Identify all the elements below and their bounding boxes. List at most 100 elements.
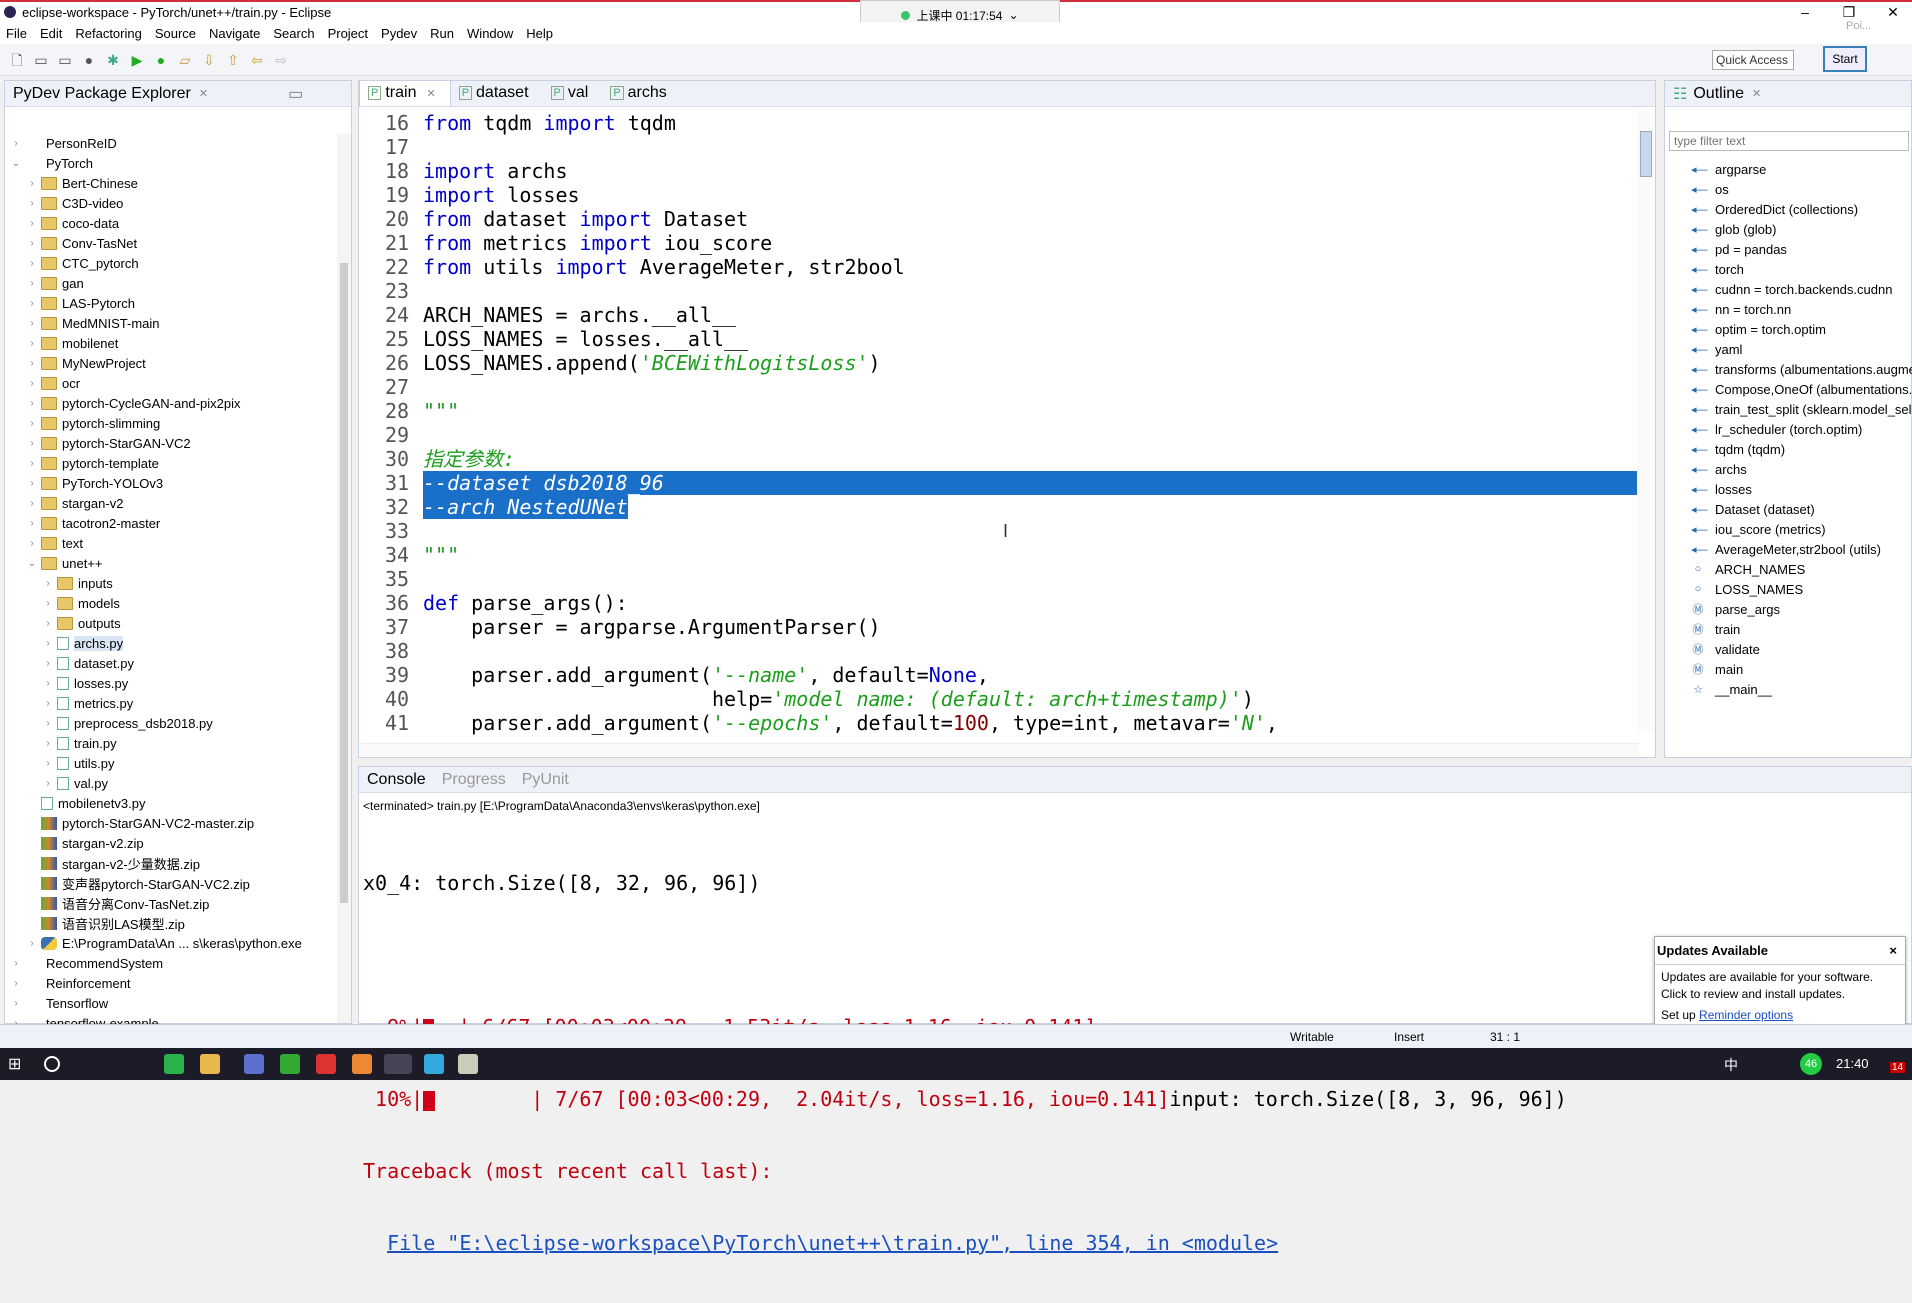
- eclipse-taskbar-icon[interactable]: [384, 1054, 412, 1074]
- new-icon[interactable]: 🗋: [8, 51, 26, 69]
- run-icon[interactable]: ▶: [128, 51, 146, 69]
- tree-item[interactable]: › metrics.py: [5, 693, 335, 713]
- tree-item[interactable]: › gan: [5, 273, 335, 293]
- tree-item[interactable]: › models: [5, 593, 335, 613]
- save-icon[interactable]: ▭: [32, 51, 50, 69]
- code-line[interactable]: 37 parser = argparse.ArgumentParser(): [359, 615, 1639, 639]
- chevron-right-icon[interactable]: ›: [25, 418, 39, 429]
- tree-item[interactable]: › MyNewProject: [5, 353, 335, 373]
- traceback-file-link[interactable]: File "E:\eclipse-workspace\PyTorch\unet+…: [387, 1231, 1278, 1255]
- app-icon[interactable]: [424, 1054, 444, 1074]
- chevron-right-icon[interactable]: ›: [9, 958, 23, 969]
- code-line[interactable]: 35: [359, 567, 1639, 591]
- tree-item[interactable]: 变声器pytorch-StarGAN-VC2.zip: [5, 873, 335, 893]
- outline-item[interactable]: ◂— nn = torch.nn: [1665, 299, 1912, 319]
- menu-window[interactable]: Window: [467, 26, 513, 41]
- chevron-right-icon[interactable]: ›: [25, 218, 39, 229]
- tree-item[interactable]: stargan-v2-少量数据.zip: [5, 853, 335, 873]
- menu-pydev[interactable]: Pydev: [381, 26, 417, 41]
- wechat-icon[interactable]: [164, 1054, 184, 1074]
- code-line[interactable]: 39 parser.add_argument('--name', default…: [359, 663, 1639, 687]
- reminder-options-link[interactable]: Reminder options: [1699, 1008, 1793, 1022]
- outline-item[interactable]: ◂— pd = pandas: [1665, 239, 1912, 259]
- clock[interactable]: 21:40: [1836, 1056, 1869, 1071]
- menu-refactoring[interactable]: Refactoring: [75, 26, 141, 41]
- outline-item[interactable]: Ⓜparse_args: [1665, 599, 1912, 619]
- code-line[interactable]: 31 --dataset dsb2018_96: [385, 471, 1639, 495]
- outline-item[interactable]: ◂— argparse: [1665, 159, 1912, 179]
- outline-item[interactable]: ◂— yaml: [1665, 339, 1912, 359]
- chevron-right-icon[interactable]: ›: [41, 618, 55, 629]
- tab-val[interactable]: Pval: [543, 84, 603, 106]
- code-line[interactable]: 21 from metrics import iou_score: [359, 231, 1639, 255]
- tree-item[interactable]: › Bert-Chinese: [5, 173, 335, 193]
- chevron-right-icon[interactable]: ›: [25, 478, 39, 489]
- outline-item[interactable]: ◂— OrderedDict (collections): [1665, 199, 1912, 219]
- chevron-right-icon[interactable]: ›: [25, 318, 39, 329]
- chevron-down-icon[interactable]: ⌄: [1008, 8, 1018, 22]
- tree-item[interactable]: ⌄ unet++: [5, 553, 335, 573]
- outline-filter-input[interactable]: [1669, 131, 1909, 151]
- coverage-icon[interactable]: ●: [152, 51, 170, 69]
- outline-item[interactable]: ◂— Dataset (dataset): [1665, 499, 1912, 519]
- tree-item[interactable]: › Conv-TasNet: [5, 233, 335, 253]
- outline-item[interactable]: ○ LOSS_NAMES: [1665, 579, 1912, 599]
- code-line[interactable]: 40 help='model name: (default: arch+time…: [359, 687, 1639, 711]
- tree-item[interactable]: › E:\ProgramData\An ... s\keras\python.ex…: [5, 933, 335, 953]
- tree-item[interactable]: › Tensorflow: [5, 993, 335, 1013]
- next-annotation-icon[interactable]: ⇩: [200, 51, 218, 69]
- scroll-thumb[interactable]: [1640, 131, 1652, 177]
- tree-item[interactable]: › pytorch-slimming: [5, 413, 335, 433]
- chevron-right-icon[interactable]: ›: [9, 998, 23, 1009]
- code-line[interactable]: 22 from utils import AverageMeter, str2bo…: [359, 255, 1639, 279]
- tree-item[interactable]: › outputs: [5, 613, 335, 633]
- outline-item[interactable]: ○ ARCH_NAMES: [1665, 559, 1912, 579]
- tab-console[interactable]: Console: [367, 771, 426, 789]
- outline-item[interactable]: ◂— tqdm (tqdm): [1665, 439, 1912, 459]
- chevron-right-icon[interactable]: ›: [25, 438, 39, 449]
- app-icon[interactable]: [458, 1054, 478, 1074]
- debug-icon[interactable]: ✱: [104, 51, 122, 69]
- tree-item[interactable]: › dataset.py: [5, 653, 335, 673]
- chevron-right-icon[interactable]: ›: [25, 238, 39, 249]
- chevron-right-icon[interactable]: ›: [41, 718, 55, 729]
- tree-item[interactable]: › stargan-v2: [5, 493, 335, 513]
- chevron-right-icon[interactable]: ›: [41, 598, 55, 609]
- code-line[interactable]: 26 LOSS_NAMES.append('BCEWithLogitsLoss'): [359, 351, 1639, 375]
- ime-indicator[interactable]: 中: [1724, 1055, 1738, 1075]
- chevron-right-icon[interactable]: ›: [25, 498, 39, 509]
- code-line[interactable]: 33: [359, 519, 1639, 543]
- tree-item[interactable]: › PersonReID: [5, 133, 335, 153]
- code-line[interactable]: 28 """: [359, 399, 1639, 423]
- search-icon[interactable]: [44, 1056, 60, 1072]
- close-button[interactable]: ✕: [1878, 4, 1908, 21]
- prev-annotation-icon[interactable]: ⇧: [224, 51, 242, 69]
- code-line[interactable]: 27: [359, 375, 1639, 399]
- tree-item[interactable]: › CTC_pytorch: [5, 253, 335, 273]
- code-line[interactable]: 36 def parse_args():: [359, 591, 1639, 615]
- outline-item[interactable]: ◂— train_test_split (sklearn.model_selec: [1665, 399, 1912, 419]
- chevron-right-icon[interactable]: ›: [25, 458, 39, 469]
- start-button[interactable]: Start: [1823, 46, 1867, 72]
- code-line[interactable]: 18 import archs: [359, 159, 1639, 183]
- code-line[interactable]: 32 --arch NestedUNet: [359, 495, 1639, 519]
- app-icon[interactable]: [316, 1054, 336, 1074]
- menu-search[interactable]: Search: [273, 26, 314, 41]
- notification-badge[interactable]: 14: [1890, 1062, 1906, 1073]
- tree-item[interactable]: › ocr: [5, 373, 335, 393]
- explorer-title[interactable]: PyDev Package Explorer: [13, 85, 191, 103]
- outline-item[interactable]: ◂— losses: [1665, 479, 1912, 499]
- tree-item[interactable]: stargan-v2.zip: [5, 833, 335, 853]
- outline-item[interactable]: ◂— archs: [1665, 459, 1912, 479]
- menu-run[interactable]: Run: [430, 26, 454, 41]
- tree-item[interactable]: mobilenetv3.py: [5, 793, 335, 813]
- menu-file[interactable]: File: [6, 26, 27, 41]
- outline-item[interactable]: ◂— optim = torch.optim: [1665, 319, 1912, 339]
- menu-help[interactable]: Help: [526, 26, 553, 41]
- tree-item[interactable]: › RecommendSystem: [5, 953, 335, 973]
- chevron-right-icon[interactable]: ›: [41, 678, 55, 689]
- forward-icon[interactable]: ⇨: [272, 51, 290, 69]
- code-line[interactable]: 34 """: [359, 543, 1639, 567]
- restore-button[interactable]: ❐: [1834, 4, 1864, 21]
- outline-item[interactable]: Ⓜvalidate: [1665, 639, 1912, 659]
